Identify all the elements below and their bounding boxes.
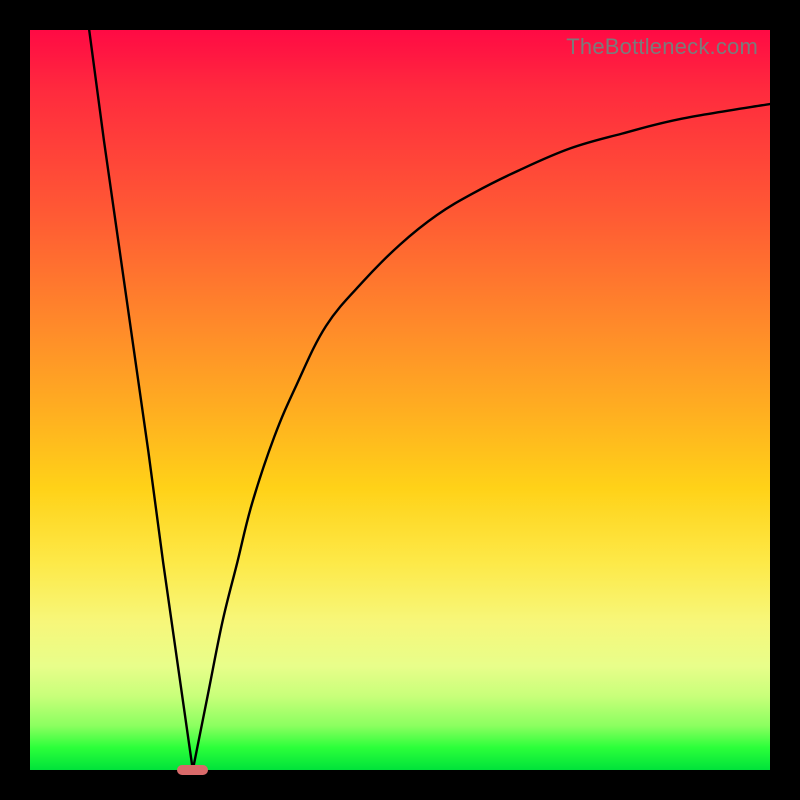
curve-svg	[30, 30, 770, 770]
minimum-marker	[177, 765, 208, 775]
plot-area: TheBottleneck.com	[30, 30, 770, 770]
curve-left-branch	[89, 30, 193, 770]
chart-frame: TheBottleneck.com	[0, 0, 800, 800]
curve-right-branch	[193, 104, 770, 770]
